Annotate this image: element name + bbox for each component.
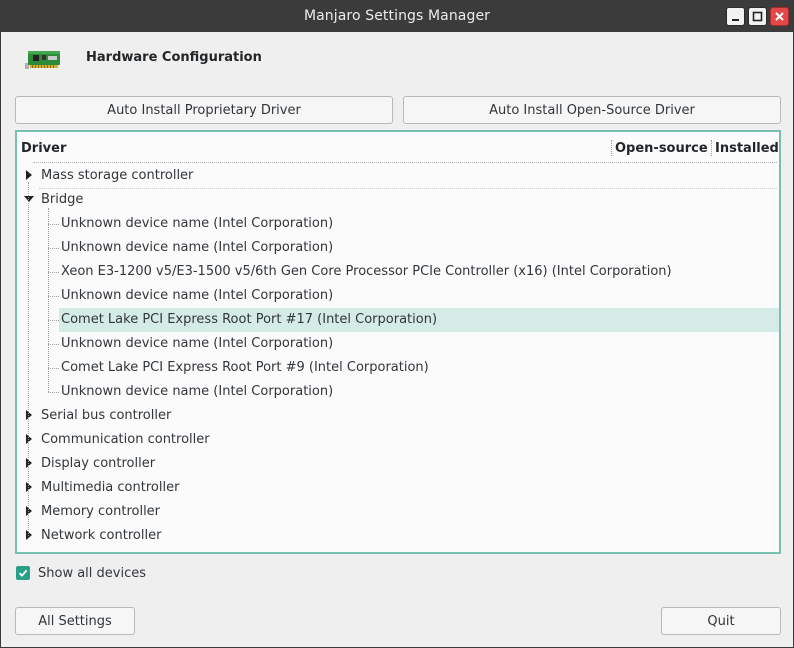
tree-branch-line bbox=[48, 296, 59, 297]
tree-branch-line bbox=[48, 272, 59, 273]
tree-category-row[interactable]: Network controller bbox=[17, 524, 779, 548]
close-button[interactable] bbox=[770, 7, 789, 26]
tree-category-row[interactable]: Serial bus controller bbox=[17, 404, 779, 428]
collapsed-arrow-icon[interactable] bbox=[23, 529, 35, 541]
tree-row-label: Unknown device name (Intel Corporation) bbox=[61, 336, 334, 351]
collapsed-arrow-icon[interactable] bbox=[23, 505, 35, 517]
tree-category-row[interactable]: Multimedia controller bbox=[17, 476, 779, 500]
tree-row-label: Unknown device name (Intel Corporation) bbox=[61, 240, 334, 255]
maximize-icon bbox=[752, 11, 763, 22]
page-title: Hardware Configuration bbox=[86, 50, 262, 65]
tree-device-row[interactable]: Comet Lake PCI Express Root Port #9 (Int… bbox=[17, 356, 779, 380]
tree-device-row[interactable]: Unknown device name (Intel Corporation) bbox=[17, 212, 779, 236]
tree-row-label: Comet Lake PCI Express Root Port #9 (Int… bbox=[61, 360, 429, 375]
tree-row-label: Xeon E3-1200 v5/E3-1500 v5/6th Gen Core … bbox=[61, 264, 672, 279]
tree-device-row[interactable]: Comet Lake PCI Express Root Port #17 (In… bbox=[59, 308, 779, 332]
column-divider bbox=[711, 140, 712, 156]
tree-root-line bbox=[28, 182, 29, 536]
show-all-devices-label[interactable]: Show all devices bbox=[38, 566, 146, 581]
tree-row-label: Bridge bbox=[41, 192, 84, 207]
tree-row-label: Unknown device name (Intel Corporation) bbox=[61, 384, 334, 399]
collapsed-arrow-icon[interactable] bbox=[23, 457, 35, 469]
settings-window: Manjaro Settings Manager Hardware Config… bbox=[0, 0, 794, 648]
tree-row-label: Network controller bbox=[41, 528, 162, 543]
column-driver[interactable]: Driver bbox=[21, 141, 66, 156]
tree-branch-line bbox=[48, 344, 59, 345]
collapsed-arrow-icon[interactable] bbox=[23, 481, 35, 493]
tree-category-row[interactable]: Mass storage controller bbox=[17, 164, 779, 188]
tree-category-row[interactable]: Display controller bbox=[17, 452, 779, 476]
hardware-card-icon bbox=[25, 51, 60, 69]
collapsed-arrow-icon[interactable] bbox=[23, 169, 35, 181]
tree-row-label: Unknown device name (Intel Corporation) bbox=[61, 216, 334, 231]
tree-row-label: Display controller bbox=[41, 456, 156, 471]
tree-row-label: Comet Lake PCI Express Root Port #17 (In… bbox=[61, 312, 438, 327]
minimize-icon bbox=[732, 19, 739, 21]
tree-row-label: Mass storage controller bbox=[41, 168, 194, 183]
minimize-button[interactable] bbox=[726, 7, 745, 26]
tree-branch-line bbox=[48, 248, 59, 249]
expanded-arrow-icon[interactable] bbox=[23, 193, 35, 205]
all-settings-button[interactable]: All Settings bbox=[15, 607, 135, 635]
close-icon bbox=[775, 12, 784, 21]
tree-header: Driver Open-source Installed bbox=[17, 132, 779, 162]
tree-device-row[interactable]: Unknown device name (Intel Corporation) bbox=[17, 380, 779, 404]
tree-child-line bbox=[48, 208, 49, 392]
tree-row-label: Serial bus controller bbox=[41, 408, 172, 423]
auto-install-proprietary-button[interactable]: Auto Install Proprietary Driver bbox=[15, 96, 393, 124]
tree-category-row[interactable]: Communication controller bbox=[17, 428, 779, 452]
tree-row-label: Communication controller bbox=[41, 432, 210, 447]
tree-branch-line bbox=[48, 392, 59, 393]
checkmark-icon bbox=[18, 569, 28, 577]
tree-row-label: Multimedia controller bbox=[41, 480, 180, 495]
tree-branch-line bbox=[48, 320, 59, 321]
collapsed-arrow-icon[interactable] bbox=[23, 433, 35, 445]
tree-category-row[interactable]: Memory controller bbox=[17, 500, 779, 524]
column-installed[interactable]: Installed bbox=[715, 141, 779, 156]
tree-row-label: Unknown device name (Intel Corporation) bbox=[61, 288, 334, 303]
tree-device-row[interactable]: Unknown device name (Intel Corporation) bbox=[17, 236, 779, 260]
window-title: Manjaro Settings Manager bbox=[303, 8, 491, 24]
tree-device-row[interactable]: Unknown device name (Intel Corporation) bbox=[17, 284, 779, 308]
tree-branch-line bbox=[48, 224, 59, 225]
column-open-source[interactable]: Open-source bbox=[615, 141, 708, 156]
header-divider bbox=[33, 162, 777, 163]
title-bar[interactable]: Manjaro Settings Manager bbox=[1, 1, 793, 32]
quit-button[interactable]: Quit bbox=[661, 607, 781, 635]
column-divider bbox=[611, 140, 612, 156]
show-all-devices-checkbox[interactable] bbox=[16, 566, 30, 580]
tree-row-label: Memory controller bbox=[41, 504, 161, 519]
collapsed-arrow-icon[interactable] bbox=[23, 409, 35, 421]
tree-category-row[interactable]: Bridge bbox=[17, 188, 779, 212]
maximize-button[interactable] bbox=[748, 7, 767, 26]
tree-branch-line bbox=[48, 368, 59, 369]
tree-device-row[interactable]: Unknown device name (Intel Corporation) bbox=[17, 332, 779, 356]
tree-device-row[interactable]: Xeon E3-1200 v5/E3-1500 v5/6th Gen Core … bbox=[17, 260, 779, 284]
auto-install-opensource-button[interactable]: Auto Install Open-Source Driver bbox=[403, 96, 781, 124]
device-tree[interactable]: Driver Open-source Installed Mass storag… bbox=[15, 130, 781, 554]
